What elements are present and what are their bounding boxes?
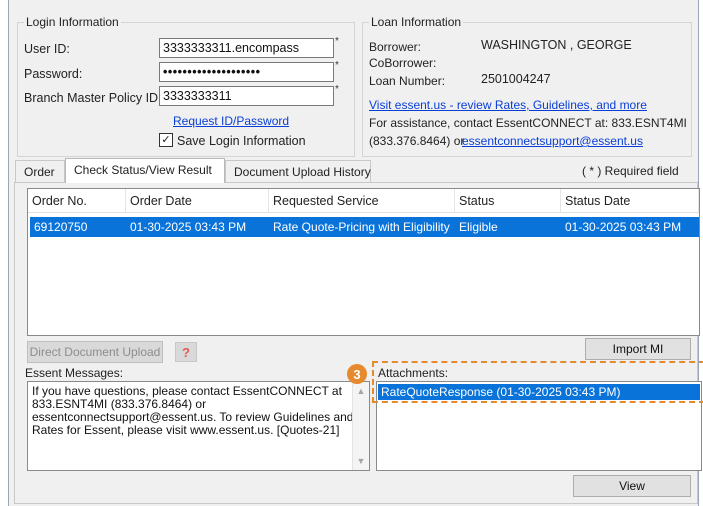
user-id-required-mark: * — [335, 36, 339, 47]
borrower-value: WASHINGTON , GEORGE — [481, 38, 632, 52]
branch-master-policy-label: Branch Master Policy ID: — [24, 91, 162, 105]
attachment-highlight — [372, 361, 703, 403]
request-id-password-link[interactable]: Request ID/Password — [173, 114, 289, 128]
scroll-up-icon[interactable]: ▲ — [353, 384, 369, 398]
direct-document-upload-button[interactable]: Direct Document Upload — [27, 341, 163, 363]
import-mi-button[interactable]: Import MI — [585, 338, 691, 360]
cell-requested-service: Rate Quote-Pricing with Eligibility — [273, 220, 450, 234]
cell-status: Eligible — [459, 220, 498, 234]
view-button[interactable]: View — [573, 475, 691, 497]
column-header-order-no[interactable]: Order No. — [28, 189, 126, 213]
checkmark-icon: ✓ — [161, 133, 171, 146]
table-header: Order No. Order Date Requested Service S… — [28, 189, 699, 213]
column-header-order-date[interactable]: Order Date — [126, 189, 269, 213]
coborrower-label: CoBorrower: — [369, 56, 437, 70]
user-id-field[interactable]: 3333333311.encompass — [159, 38, 334, 58]
help-icon[interactable]: ? — [175, 342, 197, 362]
borrower-label: Borrower: — [369, 40, 422, 54]
loan-number-value: 2501004247 — [481, 72, 551, 86]
essent-messages-box[interactable]: If you have questions, please contact Es… — [27, 381, 370, 471]
scroll-down-icon[interactable]: ▼ — [353, 454, 369, 468]
save-login-label: Save Login Information — [177, 134, 306, 148]
step-badge: 3 — [347, 364, 367, 384]
login-group-title: Login Information — [24, 15, 121, 29]
password-field[interactable]: •••••••••••••••••••• — [159, 62, 334, 82]
table-row[interactable]: 69120750 01-30-2025 03:43 PM Rate Quote-… — [30, 217, 699, 237]
branch-master-policy-field[interactable]: 3333333311 — [159, 86, 334, 106]
tab-order[interactable]: Order — [15, 160, 65, 182]
assistance-text: For assistance, contact EssentCONNECT at… — [369, 116, 687, 130]
essent-messages-label: Essent Messages: — [25, 366, 124, 380]
column-header-status-date[interactable]: Status Date — [561, 189, 699, 213]
user-id-label: User ID: — [24, 42, 70, 56]
loan-group-title: Loan Information — [369, 15, 464, 29]
orders-table: Order No. Order Date Requested Service S… — [27, 188, 700, 336]
password-label: Password: — [24, 67, 83, 81]
column-header-requested-service[interactable]: Requested Service — [269, 189, 455, 213]
cell-status-date: 01-30-2025 03:43 PM — [565, 220, 682, 234]
branch-required-mark: * — [335, 84, 339, 95]
essent-mi-window: Login Information User ID: 3333333311.en… — [8, 0, 703, 506]
tab-document-upload-history[interactable]: Document Upload History — [225, 160, 371, 182]
assistance-phone-text: (833.376.8464) or — [369, 134, 465, 148]
essent-website-link[interactable]: Visit essent.us - review Rates, Guidelin… — [369, 98, 647, 112]
support-email-link[interactable]: essentconnectsupport@essent.us — [462, 134, 643, 148]
column-header-status[interactable]: Status — [455, 189, 561, 213]
required-field-note: ( * ) Required field — [582, 164, 679, 178]
cell-order-date: 01-30-2025 03:43 PM — [130, 220, 247, 234]
cell-order-no: 69120750 — [34, 220, 88, 234]
password-required-mark: * — [335, 60, 339, 71]
tab-check-status[interactable]: Check Status/View Result — [65, 158, 225, 183]
messages-scrollbar[interactable]: ▲ ▼ — [352, 382, 369, 470]
loan-number-label: Loan Number: — [369, 74, 446, 88]
save-login-checkbox[interactable]: ✓ — [159, 133, 173, 147]
message-line: Rates for Essent, please visit www.essen… — [32, 423, 340, 437]
